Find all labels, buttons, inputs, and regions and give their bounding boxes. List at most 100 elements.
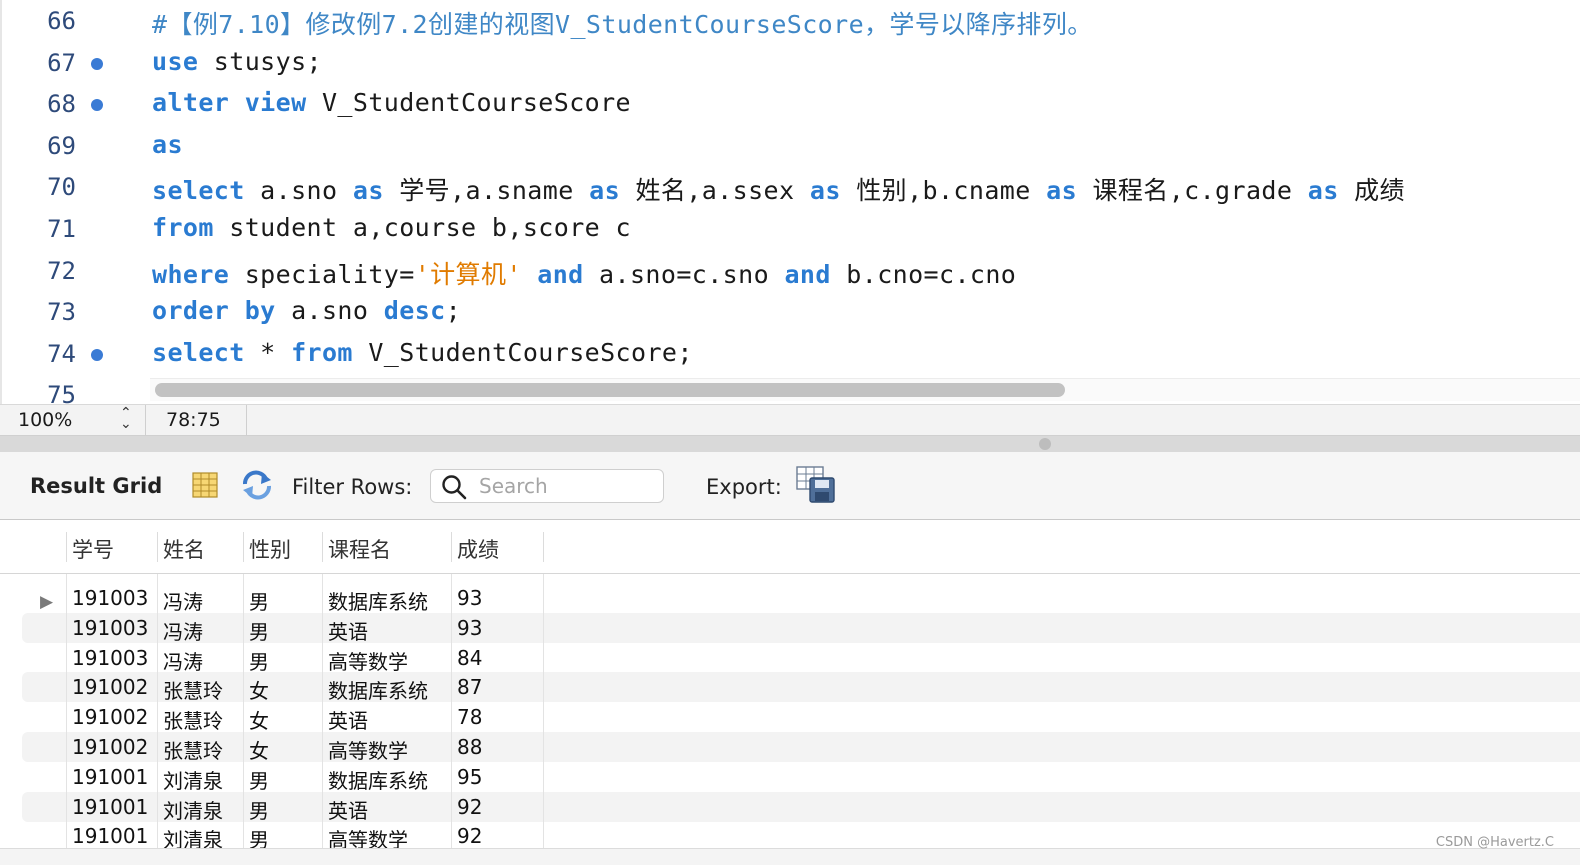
table-cell[interactable]: 高等数学 <box>328 646 408 675</box>
sql-keyword: as <box>809 176 841 206</box>
table-cell[interactable]: 张慧玲 <box>163 675 223 704</box>
sql-editor[interactable]: 66 #【例7.10】修改例7.2创建的视图V_StudentCourseScor… <box>0 0 1580 404</box>
table-cell[interactable]: 191002 <box>72 675 148 699</box>
code-line[interactable]: 74 select * from V_StudentCourseScore; <box>2 334 1580 376</box>
table-cell[interactable]: 191002 <box>72 735 148 759</box>
code-text[interactable]: select * from V_StudentCourseScore; <box>152 338 693 367</box>
table-cell[interactable]: 张慧玲 <box>163 735 223 764</box>
table-cell[interactable]: 84 <box>457 646 482 670</box>
table-row[interactable]: 191001 刘清泉男 数据库系统 95 <box>22 762 1580 794</box>
table-cell[interactable]: 191003 <box>72 586 148 610</box>
search-box[interactable] <box>430 469 664 503</box>
result-grid[interactable]: 学号 姓名 性别 课程名 成绩 191003 冯涛男数据库系统 93 191003 冯涛男英语 9… <box>0 520 1580 864</box>
sql-string: '计算机' <box>414 259 522 289</box>
code-text[interactable]: #【例7.10】修改例7.2创建的视图V_StudentCourseScore，… <box>152 5 1093 41</box>
table-cell[interactable]: 男 <box>249 795 269 824</box>
table-row[interactable]: 191003 冯涛 男 数据库系统 93 <box>22 583 1580 615</box>
code-line[interactable]: 71 from student a,course b,score c <box>2 209 1580 251</box>
search-input[interactable] <box>479 473 659 499</box>
table-cell[interactable]: 191001 <box>72 765 148 789</box>
sql-keyword: desc <box>383 296 446 326</box>
table-cell[interactable]: 87 <box>457 675 482 699</box>
table-cell[interactable]: 数据库系统 <box>328 765 428 794</box>
table-cell[interactable]: 数据库系统 <box>328 586 428 615</box>
table-cell[interactable]: 刘清泉 <box>163 795 223 824</box>
table-cell[interactable]: 93 <box>457 586 482 610</box>
column-header[interactable]: 姓名 <box>157 534 205 564</box>
table-cell[interactable]: 英语 <box>328 616 368 645</box>
header-divider <box>543 532 544 562</box>
code-text[interactable]: use stusys; <box>152 47 322 76</box>
table-cell[interactable]: 女 <box>249 675 269 704</box>
table-cell[interactable]: 英语 <box>328 795 368 824</box>
code-text[interactable]: where speciality='计算机' and a.sno=c.sno a… <box>152 255 1016 291</box>
table-cell[interactable]: 191001 <box>72 795 148 819</box>
table-row[interactable]: 191001 刘清泉男 英语 92 <box>22 791 1580 824</box>
table-cell[interactable]: 英语 <box>328 705 368 734</box>
code-line[interactable]: 69 as <box>2 126 1580 168</box>
code-text[interactable]: from student a,course b,score c <box>152 213 631 242</box>
table-cell[interactable]: 冯涛 <box>163 586 203 615</box>
table-cell[interactable]: 191002 <box>72 705 148 729</box>
table-cell[interactable]: 92 <box>457 824 482 848</box>
code-line[interactable]: 73 order by a.sno desc; <box>2 292 1580 334</box>
table-row[interactable]: 191003 冯涛 男 英语 93 <box>22 612 1580 645</box>
column-header[interactable]: 性别 <box>243 534 291 564</box>
table-cell[interactable]: 女 <box>249 705 269 734</box>
column-header[interactable]: 课程名 <box>322 534 391 564</box>
table-cell[interactable]: 191003 <box>72 646 148 670</box>
table-cell[interactable]: 88 <box>457 735 482 759</box>
code-line[interactable]: 68 alter view V_StudentCourseScore <box>2 84 1580 126</box>
table-row[interactable]: 191002 张慧玲女 高等数学 88 <box>22 732 1580 764</box>
table-cell[interactable]: 数据库系统 <box>328 675 428 704</box>
table-cell[interactable]: 刘清泉 <box>163 765 223 794</box>
table-cell[interactable]: 男 <box>249 646 269 675</box>
code-text[interactable]: as <box>152 130 183 159</box>
table-cell[interactable]: 93 <box>457 616 482 640</box>
table-row[interactable]: 191002 张慧玲女 英语 78 <box>22 702 1580 734</box>
sql-token: 课程名,c.grade <box>1077 176 1308 206</box>
code-line[interactable]: 70 select a.sno as 学号,a.sname as 姓名,a.sse… <box>2 167 1580 209</box>
table-cell[interactable]: 男 <box>249 616 269 645</box>
zoom-stepper-icon[interactable]: ⌃ ⌄ <box>120 406 132 431</box>
table-cell[interactable]: 张慧玲 <box>163 705 223 734</box>
table-cell[interactable]: 男 <box>249 765 269 794</box>
table-cell[interactable]: 92 <box>457 795 482 819</box>
table-cell[interactable]: 191003 <box>72 616 148 640</box>
panel-splitter[interactable] <box>0 436 1580 452</box>
table-cell[interactable]: 女 <box>249 735 269 764</box>
table-cell[interactable]: 冯涛 <box>163 646 203 675</box>
current-row-indicator-icon: ▶ <box>40 592 54 612</box>
statement-marker-icon[interactable] <box>91 99 103 112</box>
line-number: 72 <box>47 256 76 285</box>
table-row[interactable]: 191001 刘清泉男高等数学 92 <box>22 821 1580 852</box>
code-text[interactable]: order by a.sno desc; <box>152 296 461 325</box>
code-line[interactable]: 66 #【例7.10】修改例7.2创建的视图V_StudentCourseScor… <box>2 1 1580 43</box>
table-cell[interactable]: 高等数学 <box>328 735 408 764</box>
statement-marker-icon[interactable] <box>91 57 103 70</box>
sql-token: 性别,b.cname <box>840 176 1047 206</box>
splitter-handle[interactable] <box>1039 438 1051 450</box>
sql-keyword: view <box>244 88 307 118</box>
editor-scrollbar-thumb[interactable] <box>155 383 1065 397</box>
table-row[interactable]: 191002 张慧玲女 数据库系统 87 <box>22 672 1580 704</box>
code-text[interactable]: alter view V_StudentCourseScore <box>152 88 631 117</box>
statement-marker-icon[interactable] <box>91 348 103 361</box>
table-cell[interactable]: 冯涛 <box>163 616 203 645</box>
table-cell[interactable]: 95 <box>457 765 482 789</box>
column-header[interactable]: 学号 <box>66 534 114 564</box>
refresh-icon[interactable] <box>240 470 274 500</box>
code-line[interactable]: 67 use stusys; <box>2 43 1580 85</box>
grid-view-icon[interactable] <box>192 472 218 498</box>
result-toolbar: Result Grid Filter Rows: Export: <box>0 452 1580 520</box>
zoom-level[interactable]: 100% <box>18 409 72 431</box>
table-cell[interactable]: 191001 <box>72 824 148 848</box>
table-cell[interactable]: 男 <box>249 586 269 615</box>
sql-token: b.cno=c.cno <box>830 259 1017 289</box>
table-row[interactable]: 191003 冯涛 男 高等数学 84 <box>22 643 1580 675</box>
export-icon[interactable] <box>796 466 836 504</box>
column-header[interactable]: 成绩 <box>451 534 499 564</box>
code-text[interactable]: select a.sno as 学号,a.sname as 姓名,a.ssex … <box>152 171 1405 207</box>
table-cell[interactable]: 78 <box>457 705 482 729</box>
code-line[interactable]: 72 where speciality='计算机' and a.sno=c.sno… <box>2 251 1580 293</box>
